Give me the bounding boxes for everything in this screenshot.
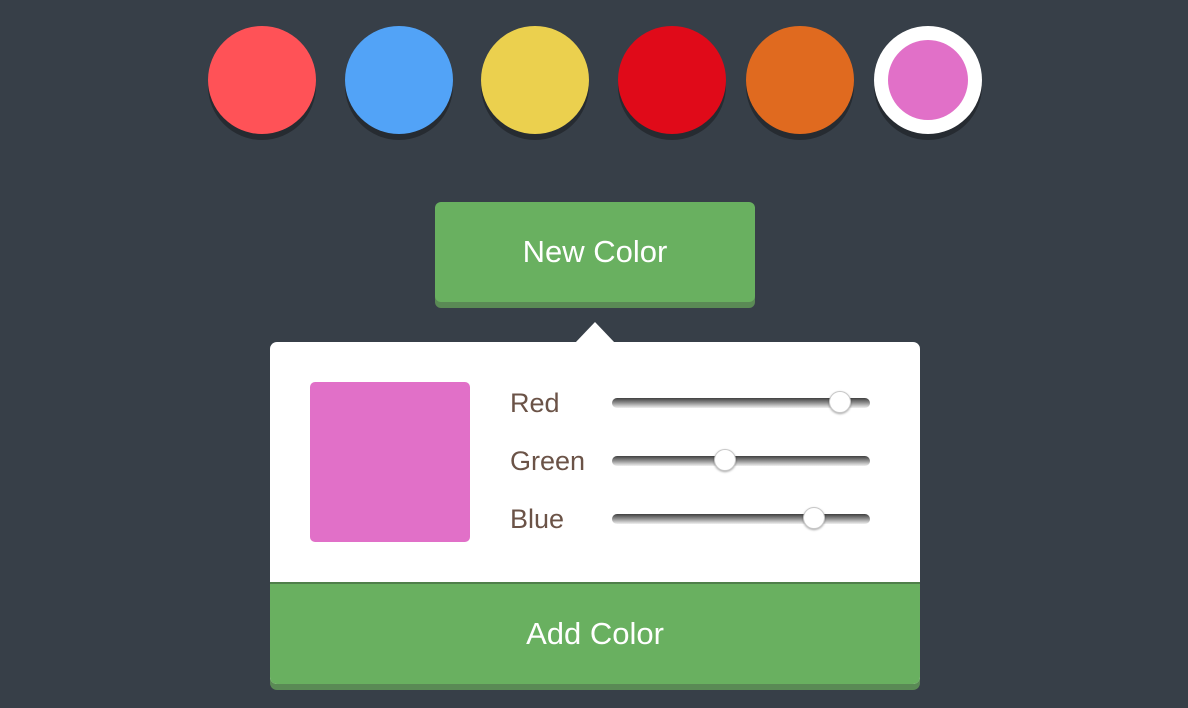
color-swatch-yellow[interactable] [481,26,589,134]
red-slider-thumb[interactable] [828,391,851,413]
slider-row-red: Red [510,386,880,426]
green-slider-thumb[interactable] [714,449,737,471]
swatch-inner [760,40,840,120]
slider-row-blue: Blue [510,502,880,542]
green-slider[interactable] [612,449,870,471]
swatch-inner [888,40,968,120]
red-slider[interactable] [612,391,870,413]
color-preview [310,382,470,542]
swatch-inner [495,40,575,120]
color-swatch-red[interactable] [208,26,316,134]
color-swatch-list [208,26,982,140]
color-swatch-blue[interactable] [345,26,453,134]
red-slider-label: Red [510,388,560,418]
swatch-inner [222,40,302,120]
new-color-button[interactable]: New Color [435,202,755,302]
color-editor-popover: Red Green Blue Add Color [270,342,920,684]
slider-row-green: Green [510,444,880,484]
blue-slider-label: Blue [510,504,565,534]
color-swatch-orange[interactable] [746,26,854,134]
popover-caret [575,322,615,343]
green-slider-label: Green [510,446,586,476]
swatch-inner [359,40,439,120]
swatch-inner [632,40,712,120]
add-color-button[interactable]: Add Color [270,582,920,684]
color-swatch-pink[interactable] [874,26,982,134]
blue-slider-thumb[interactable] [803,507,826,529]
color-swatch-crimson[interactable] [618,26,726,134]
blue-slider[interactable] [612,507,870,529]
